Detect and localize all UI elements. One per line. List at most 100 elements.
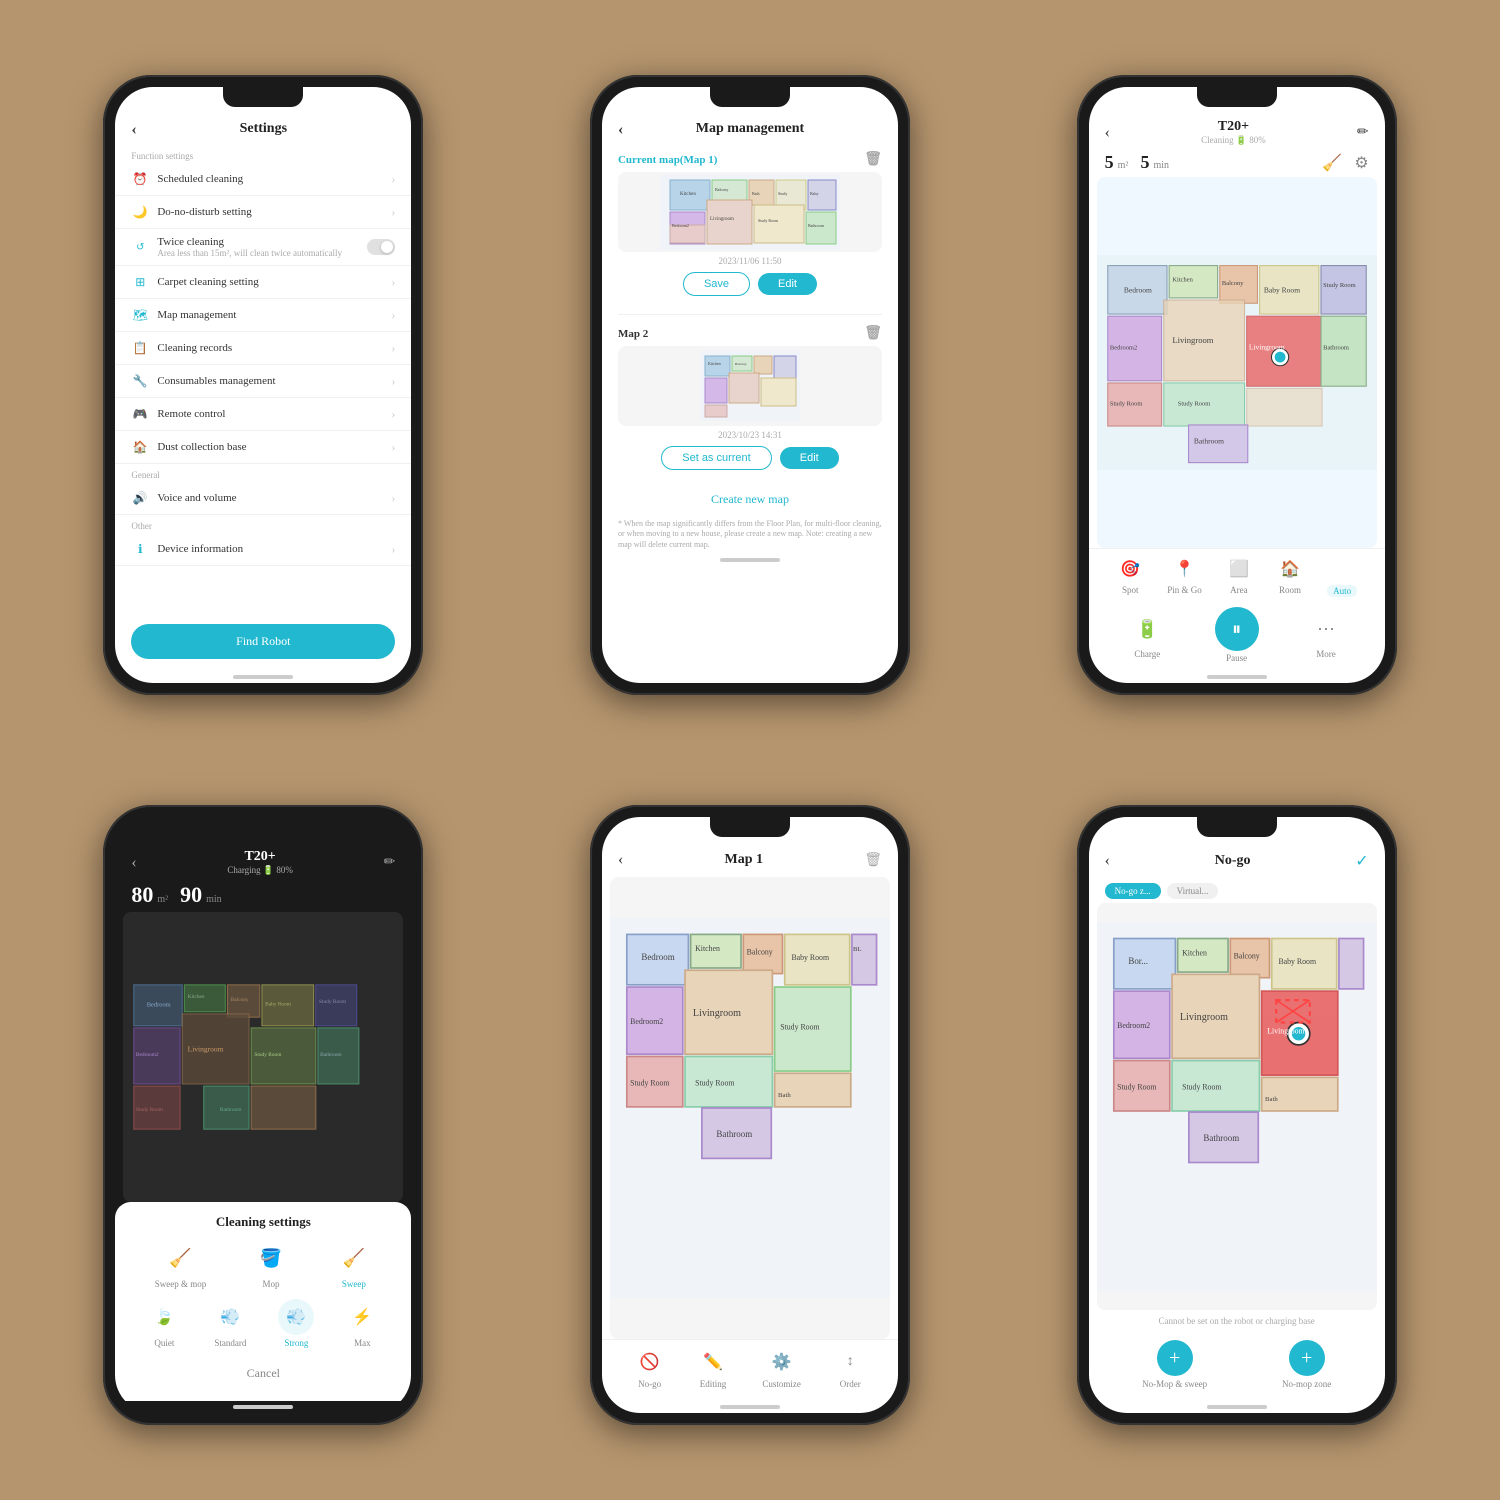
mop-option[interactable]: 🪣 Mop [253,1240,289,1289]
dark-t20-sub: Charging 🔋 80% [227,865,293,876]
settings-item-device[interactable]: ℹ Device information › [115,533,411,566]
function-section-label: Function settings [115,145,411,163]
dark-time-value: 90 [180,882,202,908]
svg-text:Livingroom: Livingroom [1267,1027,1304,1036]
nogo-screen: ‹ No-go ✓ No-go z... Virtual... [1089,817,1385,1413]
phone-body-map: ‹ Map management Current map(Map 1) 🗑 [590,75,910,695]
twice-toggle[interactable] [367,239,395,255]
map1-header: ‹ Map 1 🗑 [602,845,898,877]
nogo-tabs: No-go z... Virtual... [1089,879,1385,903]
svg-text:Livingroom: Livingroom [710,217,734,222]
quiet-option[interactable]: 🍃 Quiet [146,1299,182,1348]
charge-control[interactable]: 🔋 Charge [1129,611,1165,659]
other-section-label: Other [115,515,411,533]
map1-title: Map 1 [725,852,764,868]
more-control[interactable]: ⋯ More [1308,611,1344,659]
settings-icon[interactable]: ⚙ [1354,153,1368,173]
back-arrow-icon[interactable]: ‹ [131,121,136,139]
order-tool[interactable]: ↕ Order [836,1348,864,1389]
back-arrow-dark-icon[interactable]: ‹ [131,854,136,872]
nogo-map-svg: Bor... Kitchen Balcony Baby Room Bedroom… [1097,903,1377,1310]
settings-item-scheduled[interactable]: ⏰ Scheduled cleaning › [115,163,411,196]
dark-map: Bedroom Kitchen Balcony Baby Room Study … [123,912,403,1202]
mode-spot[interactable]: 🎯 Spot [1116,555,1144,597]
sweep-mop-option[interactable]: 🧹 Sweep & mop [155,1240,207,1289]
edit-button[interactable]: Edit [758,273,817,295]
map2-section: Map 2 🗑 Kitchen Bal [602,319,898,484]
mode-area[interactable]: ⬜ Area [1225,555,1253,597]
tool-icon: 🔧 [131,372,149,390]
map2-actions: Set as current Edit [618,446,882,470]
phone-notch6 [1197,817,1277,837]
home-indicator [233,675,293,679]
svg-text:Bathroom: Bathroom [1194,436,1224,445]
delete-icon2[interactable]: 🗑 [864,325,882,342]
settings-item-dnd[interactable]: 🌙 Do-no-disturb setting › [115,196,411,229]
create-new-map-button[interactable]: Create new map [602,484,898,515]
no-mop-zone-plus-icon[interactable]: + [1289,1340,1325,1376]
confirm-nogo-icon[interactable]: ✓ [1355,851,1368,871]
t20-control-screen: ‹ T20+ Cleaning 🔋 80% ✏ 5 m² 5 min 🧹 ⚙ [1089,87,1385,683]
chevron-right-icon7: › [391,407,395,422]
customize-tool[interactable]: ⚙️ Customize [762,1348,801,1389]
order-tool-icon: ↕ [836,1348,864,1376]
svg-text:Study Room: Study Room [1182,1083,1221,1092]
current-map-timestamp: 2023/11/06 11:50 [618,256,882,266]
standard-option[interactable]: 💨 Standard [212,1299,248,1348]
nogo-zone-tab[interactable]: No-go z... [1105,883,1161,899]
general-section-label: General [115,464,411,482]
settings-item-dust[interactable]: 🏠 Dust collection base › [115,431,411,464]
mode-room[interactable]: 🏠 Room [1276,555,1304,597]
svg-text:Bathroom: Bathroom [320,1052,342,1058]
no-mop-zone-action[interactable]: + No-mop zone [1282,1340,1331,1389]
area-icon: ⬜ [1225,555,1253,583]
delete-icon[interactable]: 🗑 [864,151,882,168]
no-mop-sweep-action[interactable]: + No-Mop & sweep [1142,1340,1207,1389]
edit-dark-icon[interactable]: ✏ [384,854,396,871]
edit-button2[interactable]: Edit [780,447,839,469]
settings-item-voice[interactable]: 🔊 Voice and volume › [115,482,411,515]
settings-item-remote[interactable]: 🎮 Remote control › [115,398,411,431]
max-option[interactable]: ⚡ Max [344,1299,380,1348]
sweep-option[interactable]: 🧹 Sweep [336,1240,372,1289]
back-arrow-map-icon[interactable]: ‹ [618,121,623,139]
settings-item-twice[interactable]: ↺ Twice cleaning Area less than 15m², wi… [115,229,411,266]
pause-control[interactable]: ⏸ Pause [1215,607,1259,663]
map2-svg: Kitchen Balcony [700,351,800,421]
set-current-button[interactable]: Set as current [661,446,771,470]
home-indicator4 [233,1405,293,1409]
edit-icon[interactable]: ✏ [1357,124,1369,141]
home-indicator6 [1207,1405,1267,1409]
mode-pin-go[interactable]: 📍 Pin & Go [1167,555,1202,597]
svg-text:Study Room: Study Room [695,1079,734,1088]
settings-item-carpet[interactable]: ⊞ Carpet cleaning setting › [115,266,411,299]
cancel-button[interactable]: Cancel [131,1358,395,1389]
find-robot-button[interactable]: Find Robot [131,624,395,659]
no-mop-sweep-plus-icon[interactable]: + [1157,1340,1193,1376]
mode-auto[interactable]: Auto [1327,555,1357,597]
auto-label: Auto [1327,585,1357,597]
pause-button[interactable]: ⏸ [1215,607,1259,651]
map-management-screen: ‹ Map management Current map(Map 1) 🗑 [602,87,898,683]
dark-time-unit: min [206,894,222,905]
strong-option[interactable]: 💨 Strong [278,1299,314,1348]
settings-item-map[interactable]: 🗺 Map management › [115,299,411,332]
virtual-tab[interactable]: Virtual... [1167,883,1219,899]
settings-item-records[interactable]: 📋 Cleaning records › [115,332,411,365]
svg-text:Bedroom: Bedroom [641,952,674,962]
back-arrow-nogo-icon[interactable]: ‹ [1105,852,1110,870]
room-label: Room [1279,585,1301,595]
svg-text:Study Room: Study Room [1177,401,1209,408]
dust-label: Dust collection base [157,441,383,453]
back-arrow-t20-icon[interactable]: ‹ [1105,124,1110,142]
current-map-thumbnail: Kitchen Balcony Bath Study Baby Bedroom2… [618,172,882,252]
nogo-tool[interactable]: 🚫 No-go [636,1348,664,1389]
save-button[interactable]: Save [683,272,750,296]
back-arrow-map1-icon[interactable]: ‹ [618,851,623,869]
svg-text:Bath: Bath [752,191,760,196]
settings-item-consumables[interactable]: 🔧 Consumables management › [115,365,411,398]
editing-tool[interactable]: ✏️ Editing [699,1348,727,1389]
delete-map1-icon[interactable]: 🗑 [864,852,882,869]
quiet-label: Quiet [154,1338,174,1348]
current-map-section: Current map(Map 1) 🗑 [602,145,898,310]
